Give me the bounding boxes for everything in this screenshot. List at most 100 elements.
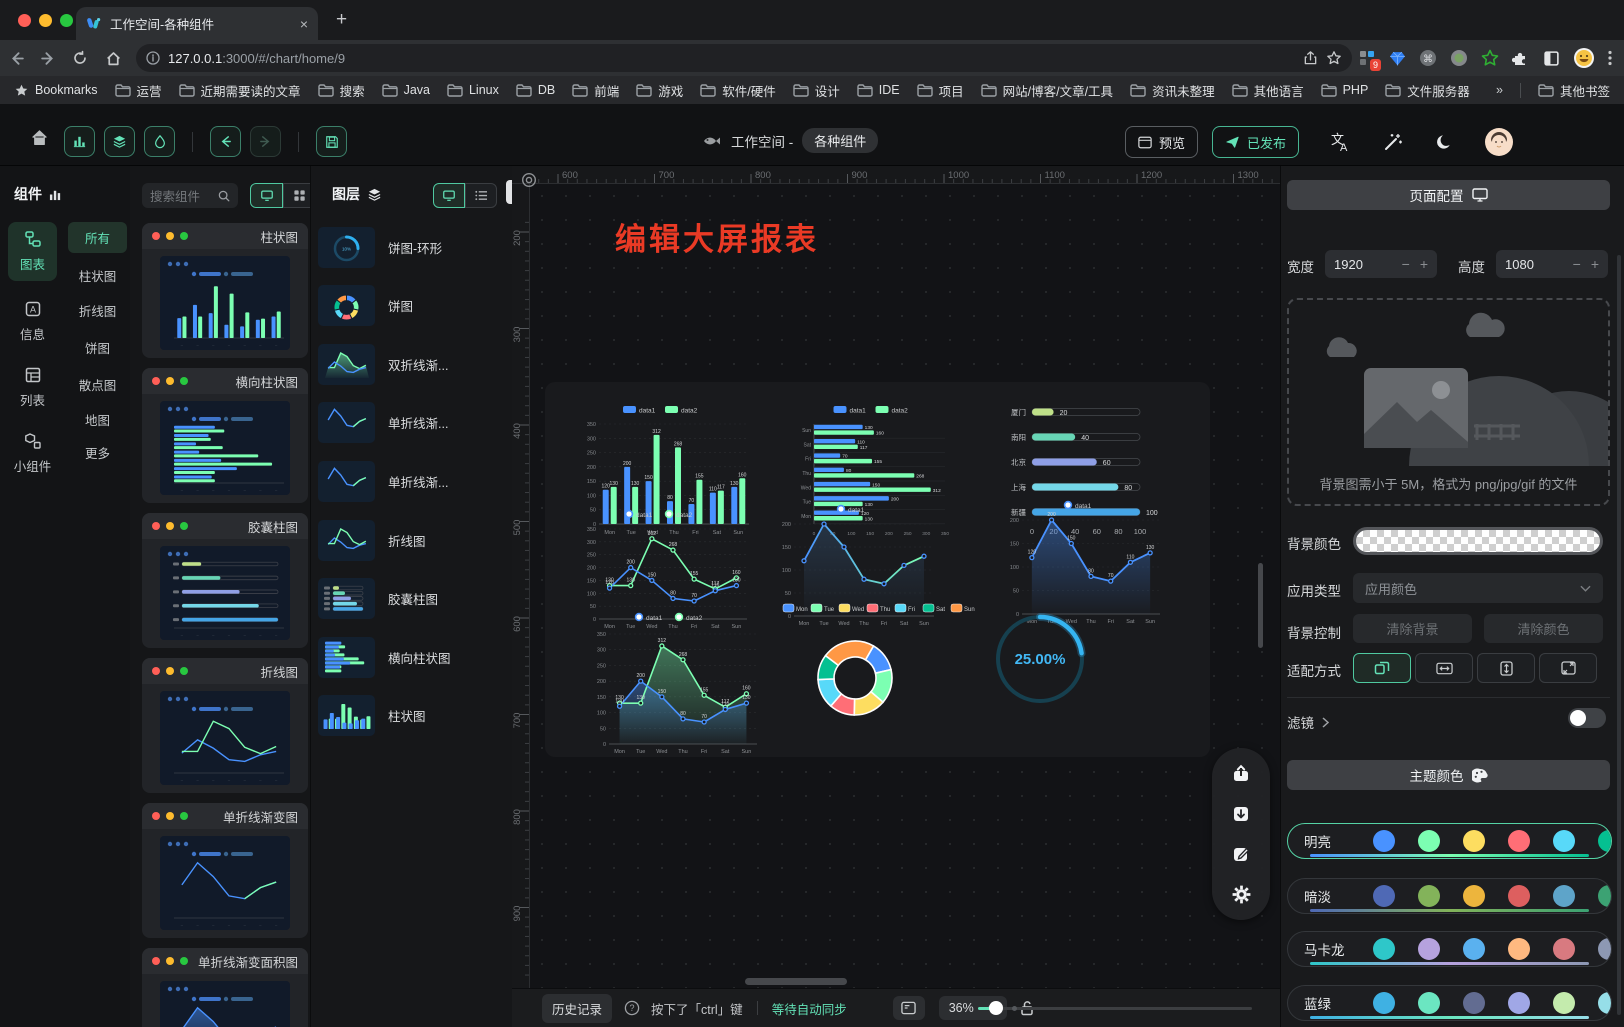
dark-mode-moon-icon[interactable] bbox=[1435, 133, 1454, 152]
workspace-name-chip[interactable]: 各种组件 bbox=[802, 128, 878, 153]
undo-button[interactable] bbox=[210, 126, 241, 157]
category-item[interactable]: 所有 bbox=[68, 222, 127, 253]
app-home-icon[interactable] bbox=[30, 128, 49, 147]
component-card[interactable]: 折线图––––––– bbox=[142, 658, 308, 793]
category-item[interactable]: 饼图 bbox=[68, 338, 127, 357]
help-icon[interactable]: ? bbox=[624, 1000, 640, 1016]
browser-menu-icon[interactable] bbox=[1608, 50, 1612, 66]
chart-pie-donut[interactable]: MonTueWedThuFriSatSun bbox=[775, 598, 985, 755]
macos-minimize-icon[interactable] bbox=[39, 14, 52, 27]
layer-item[interactable]: 单折线渐... bbox=[318, 398, 506, 448]
new-tab-button[interactable]: + bbox=[336, 9, 347, 31]
other-bookmarks[interactable]: 其他书签 bbox=[1538, 81, 1610, 100]
stepper-plus-icon[interactable]: + bbox=[1420, 256, 1428, 272]
bookmark-folder[interactable]: 资讯未整理 bbox=[1130, 81, 1215, 100]
sidebar-tab-1[interactable]: 图表 bbox=[8, 222, 57, 281]
bookmark-folder[interactable]: 游戏 bbox=[636, 81, 683, 100]
bookmark-folder[interactable]: Java bbox=[382, 83, 430, 97]
bookmark-folder[interactable]: DB bbox=[516, 83, 555, 97]
component-card[interactable]: 单折线渐变面积图––––––– bbox=[142, 948, 308, 1027]
extensions-puzzle-icon[interactable] bbox=[1512, 49, 1530, 67]
zoom-slider[interactable] bbox=[978, 1007, 1252, 1010]
single-view-toggle[interactable] bbox=[250, 183, 283, 208]
user-avatar[interactable] bbox=[1484, 127, 1514, 157]
theme-row-蓝绿[interactable]: 蓝绿 bbox=[1287, 985, 1612, 1021]
app-type-select[interactable]: 应用颜色 bbox=[1353, 573, 1603, 603]
filter-toggle[interactable] bbox=[1568, 708, 1606, 728]
chart-dual-gradient-line[interactable]: data1data2050100150200250300350120200150… bbox=[585, 608, 765, 760]
theme-row-马卡龙[interactable]: 马卡龙 bbox=[1287, 931, 1612, 967]
macos-zoom-icon[interactable] bbox=[60, 14, 73, 27]
bookmark-folder[interactable]: 软件/硬件 bbox=[700, 81, 775, 100]
bookmarks-overflow[interactable]: » bbox=[1496, 83, 1503, 97]
clear-background-button[interactable]: 清除背景 bbox=[1353, 614, 1472, 643]
layer-item[interactable]: 柱状图 bbox=[318, 691, 506, 741]
page-config-header[interactable]: 页面配置 bbox=[1287, 180, 1610, 210]
stepper-minus-icon[interactable]: − bbox=[1573, 256, 1581, 272]
extension-gem-icon[interactable] bbox=[1389, 50, 1406, 67]
redo-button[interactable] bbox=[250, 126, 281, 157]
components-toggle-button[interactable] bbox=[64, 126, 95, 157]
extension-cmd-icon[interactable]: ⌘ bbox=[1419, 49, 1437, 67]
extension-tabs-icon[interactable]: 9 bbox=[1358, 49, 1376, 67]
bookmark-folder[interactable]: 近期需要读的文章 bbox=[179, 81, 301, 100]
export-icon[interactable] bbox=[1222, 755, 1260, 793]
canvas-text-element[interactable]: 编辑大屏报表 bbox=[615, 214, 819, 259]
component-card[interactable]: 单折线渐变图––––––– bbox=[142, 803, 308, 938]
notes-panel-icon[interactable] bbox=[893, 996, 925, 1020]
bookmarks-root[interactable]: Bookmarks bbox=[14, 83, 98, 98]
stepper-minus-icon[interactable]: − bbox=[1402, 256, 1410, 272]
background-upload-dropzone[interactable]: 背景图需小于 5M，格式为 png/jpg/gif 的文件 bbox=[1287, 298, 1610, 506]
magic-wand-icon[interactable] bbox=[1383, 132, 1403, 152]
browser-home-icon[interactable] bbox=[96, 50, 130, 67]
bookmark-folder[interactable]: 网站/博客/文章/工具 bbox=[981, 81, 1113, 100]
browser-reload-icon[interactable] bbox=[64, 50, 96, 66]
import-icon[interactable] bbox=[1222, 795, 1260, 833]
stepper-plus-icon[interactable]: + bbox=[1591, 256, 1599, 272]
panel-scrollbar[interactable] bbox=[1617, 255, 1621, 1015]
category-item[interactable]: 柱状图 bbox=[68, 266, 127, 285]
language-icon[interactable]: 文A bbox=[1327, 131, 1351, 153]
canvas-horizontal-scrollbar[interactable] bbox=[745, 978, 847, 985]
bookmark-folder[interactable]: 搜索 bbox=[318, 81, 365, 100]
layer-item[interactable]: 饼图 bbox=[318, 281, 506, 331]
zoom-slider-knob[interactable] bbox=[989, 1001, 1003, 1015]
fit-width-button[interactable] bbox=[1415, 653, 1473, 683]
layer-item[interactable]: 双折线渐... bbox=[318, 339, 506, 389]
ruler-eye-icon[interactable] bbox=[521, 172, 537, 188]
share-icon[interactable] bbox=[1303, 50, 1318, 66]
category-item[interactable]: 散点图 bbox=[68, 375, 127, 394]
extension-star-icon[interactable] bbox=[1481, 49, 1499, 67]
bookmark-star-icon[interactable] bbox=[1326, 50, 1342, 66]
category-item[interactable]: 地图 bbox=[68, 410, 127, 429]
height-input[interactable]: 1080 −+ bbox=[1496, 250, 1608, 278]
canvas-vertical-scrollbar[interactable] bbox=[1258, 563, 1263, 648]
extension-record-icon[interactable] bbox=[1450, 49, 1468, 67]
bookmark-folder[interactable]: 其他语言 bbox=[1232, 81, 1304, 100]
preview-button[interactable]: 预览 bbox=[1125, 126, 1198, 158]
component-card[interactable]: 胶囊柱图––––––– bbox=[142, 513, 308, 648]
browser-back-icon[interactable] bbox=[0, 50, 32, 67]
bookmark-folder[interactable]: Linux bbox=[447, 83, 499, 97]
layer-item[interactable]: 胶囊柱图 bbox=[318, 574, 506, 624]
sidebar-tab-4[interactable]: 小组件 bbox=[8, 424, 57, 483]
publish-button[interactable]: 已发布 bbox=[1212, 126, 1299, 158]
macos-close-icon[interactable] bbox=[18, 14, 31, 27]
edit-icon[interactable] bbox=[1222, 835, 1260, 873]
width-input[interactable]: 1920 −+ bbox=[1325, 250, 1437, 278]
theme-row-暗淡[interactable]: 暗淡 bbox=[1287, 878, 1612, 914]
detail-toggle-button[interactable] bbox=[144, 126, 175, 157]
fit-stretch-button[interactable] bbox=[1539, 653, 1597, 683]
clear-color-button[interactable]: 清除颜色 bbox=[1484, 614, 1603, 643]
theme-color-header[interactable]: 主题颜色 bbox=[1287, 760, 1610, 790]
layer-item[interactable]: 横向柱状图 bbox=[318, 632, 506, 682]
layers-thumbnail-view-toggle[interactable] bbox=[433, 183, 465, 208]
url-bar[interactable]: 127.0.0.1:3000/#/chart/home/9 bbox=[136, 44, 1352, 72]
category-item[interactable]: 更多 bbox=[68, 443, 127, 462]
layer-item[interactable]: 单折线渐... bbox=[318, 456, 506, 506]
bookmark-folder[interactable]: 前端 bbox=[572, 81, 619, 100]
layers-toggle-button[interactable] bbox=[104, 126, 135, 157]
bookmark-folder[interactable]: IDE bbox=[857, 83, 900, 97]
theme-row-明亮[interactable]: 明亮 bbox=[1287, 823, 1612, 859]
fit-height-button[interactable] bbox=[1477, 653, 1535, 683]
